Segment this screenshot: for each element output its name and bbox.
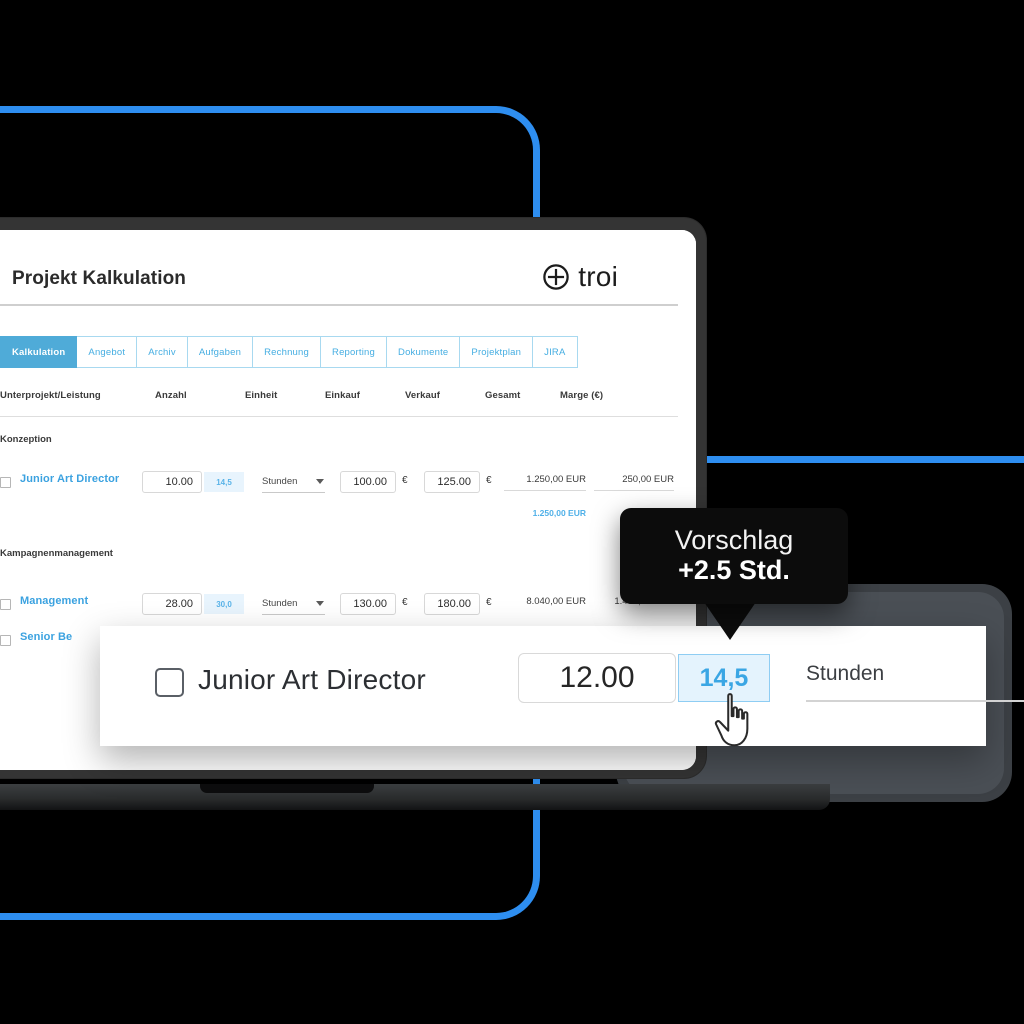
- row-checkbox[interactable]: [0, 635, 11, 646]
- row-verkauf-currency: €: [486, 475, 492, 486]
- row-einheit-select[interactable]: Stunden: [262, 471, 325, 493]
- table-header-divider: [0, 416, 678, 417]
- row-anzahl-hint: 30,0: [204, 594, 244, 614]
- tab-rechnung[interactable]: Rechnung: [253, 336, 322, 368]
- table-column-headers: Unterprojekt/Leistung Anzahl Einheit Ein…: [0, 390, 696, 408]
- row-einkauf-currency: €: [402, 597, 408, 608]
- tab-archiv[interactable]: Archiv: [137, 336, 188, 368]
- circle-plus-icon: [543, 264, 570, 290]
- row-anzahl-input[interactable]: 28.00: [142, 593, 202, 615]
- row-name[interactable]: Junior Art Director: [20, 473, 119, 485]
- decor-blue-line-right: [706, 456, 1024, 463]
- group-konzeption: Konzeption: [0, 434, 52, 445]
- tab-kalkulation[interactable]: Kalkulation: [0, 336, 78, 368]
- row-einkauf-currency: €: [402, 475, 408, 486]
- col-header-einkauf: Einkauf: [325, 390, 361, 401]
- col-header-marge: Marge (€): [560, 390, 604, 401]
- app-header: Projekt Kalkulation troi: [0, 244, 696, 300]
- card-quantity-input[interactable]: 12.00: [518, 653, 676, 703]
- row-verkauf-currency: €: [486, 597, 492, 608]
- tab-aufgaben[interactable]: Aufgaben: [187, 336, 254, 368]
- tooltip-line-1: Vorschlag: [674, 524, 794, 555]
- row-marge: 250,00 EUR: [594, 474, 674, 491]
- brand-logo: troi: [541, 262, 618, 292]
- tab-bar[interactable]: Kalkulation Angebot Archiv Aufgaben Rech…: [0, 336, 578, 368]
- page-title: Projekt Kalkulation: [12, 268, 186, 289]
- row-einheit-select[interactable]: Stunden: [262, 593, 325, 615]
- header-divider: [0, 304, 678, 306]
- table-row[interactable]: Junior Art Director 10.00 14,5 Stunden 1…: [0, 470, 696, 496]
- tab-jira[interactable]: JIRA: [533, 336, 578, 368]
- row-gesamt: 8.040,00 EUR: [526, 596, 586, 607]
- laptop-base-notch: [200, 784, 374, 793]
- suggestion-tooltip: Vorschlag +2.5 Std.: [620, 508, 848, 604]
- row-einkauf-input[interactable]: 100.00: [340, 471, 396, 493]
- tooltip-tail: [704, 602, 756, 640]
- card-unit-value: Stunden: [806, 662, 885, 685]
- tab-projektplan[interactable]: Projektplan: [460, 336, 534, 368]
- row-einkauf-input[interactable]: 130.00: [340, 593, 396, 615]
- group-kampagnenmanagement: Kampagnenmanagement: [0, 548, 113, 559]
- row-checkbox[interactable]: [0, 599, 11, 610]
- screenshot-canvas: Projekt Kalkulation troi Kalkulation Ang…: [0, 0, 1024, 1024]
- col-header-gesamt: Gesamt: [485, 390, 521, 401]
- row-name[interactable]: Management: [20, 595, 88, 607]
- card-unit-select[interactable]: Stunden: [806, 656, 1024, 702]
- col-header-leistung: Unterprojekt/Leistung: [0, 390, 101, 401]
- row-anzahl-input[interactable]: 10.00: [142, 471, 202, 493]
- tooltip-line-2: +2.5 Std.: [678, 555, 790, 586]
- card-row-name: Junior Art Director: [198, 664, 426, 695]
- table-row[interactable]: Management 28.00 30,0 Stunden 130.00 € 1…: [0, 592, 696, 618]
- row-anzahl-hint: 14,5: [204, 472, 244, 492]
- tab-dokumente[interactable]: Dokumente: [387, 336, 461, 368]
- chevron-down-icon: [316, 601, 324, 606]
- col-header-anzahl: Anzahl: [155, 390, 187, 401]
- row-verkauf-input[interactable]: 125.00: [424, 471, 480, 493]
- row-einheit-value: Stunden: [262, 476, 298, 487]
- highlighted-row-card: Junior Art Director 12.00 14,5 Stunden: [100, 626, 1024, 746]
- row-gesamt: 1.250,00 EUR: [504, 474, 586, 491]
- laptop-base: [0, 784, 830, 810]
- col-header-verkauf: Verkauf: [405, 390, 441, 401]
- row-name[interactable]: Senior Be: [20, 631, 72, 643]
- row-verkauf-input[interactable]: 180.00: [424, 593, 480, 615]
- row-checkbox[interactable]: [0, 477, 11, 488]
- tab-reporting[interactable]: Reporting: [321, 336, 388, 368]
- pointing-hand-cursor: [714, 693, 749, 747]
- tab-angebot[interactable]: Angebot: [77, 336, 138, 368]
- col-header-einheit: Einheit: [245, 390, 278, 401]
- brand-name: troi: [578, 261, 618, 292]
- chevron-down-icon: [316, 479, 324, 484]
- row-gesamt-subtotal: 1.250,00 EUR: [532, 508, 586, 518]
- card-row-checkbox[interactable]: [155, 668, 184, 697]
- row-einheit-value: Stunden: [262, 598, 298, 609]
